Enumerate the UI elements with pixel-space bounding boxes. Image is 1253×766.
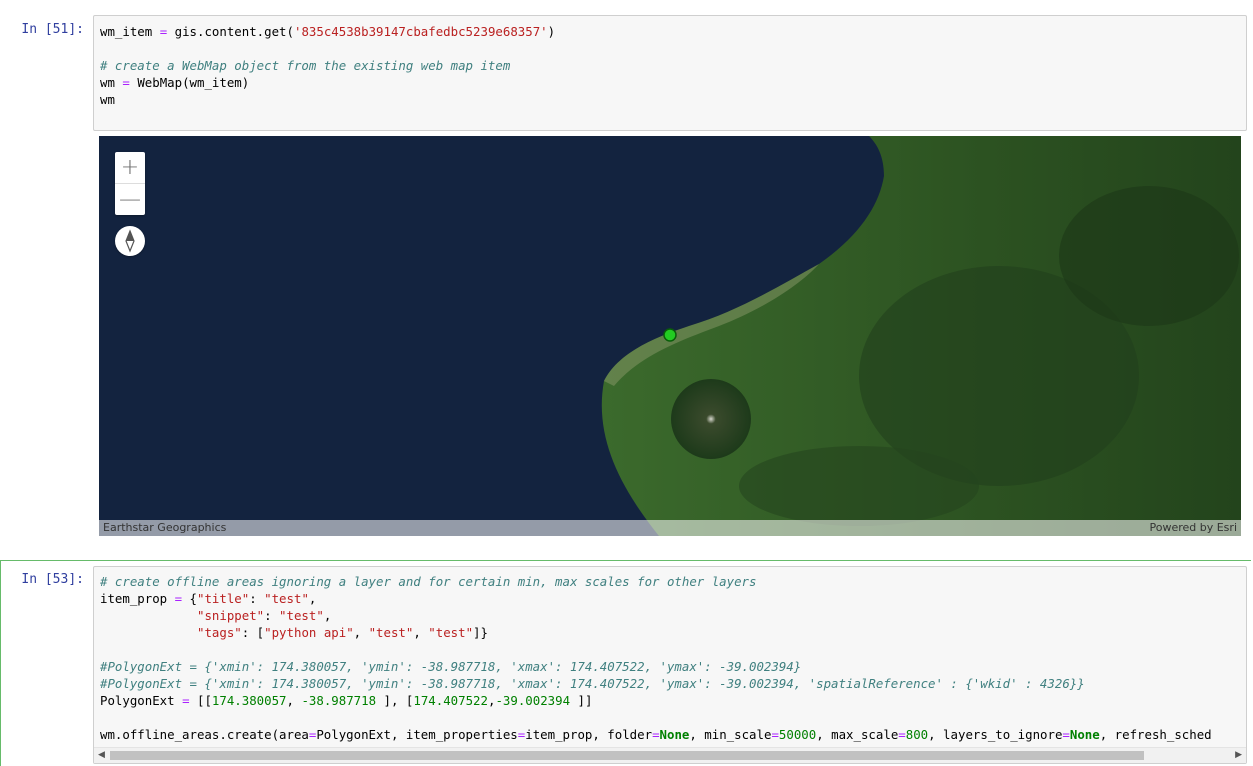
code-line[interactable]: # create a WebMap object from the existi… <box>94 57 1246 74</box>
code-token: "test" <box>428 625 474 640</box>
code-token: ]] <box>570 693 593 708</box>
code-token: : <box>264 608 280 623</box>
cell2-prompt: In [53]: <box>21 572 84 587</box>
code-token: #PolygonExt = {'xmin': 174.380057, 'ymin… <box>100 676 1085 691</box>
code-token: 174.407522 <box>413 693 488 708</box>
code-token: "snippet" <box>196 608 265 623</box>
code-token: None <box>1069 727 1100 742</box>
code-token: "python api" <box>264 625 354 640</box>
code-token: = <box>652 727 660 742</box>
code-token: item_prop, folder <box>525 727 653 742</box>
code-token: , min_scale <box>689 727 772 742</box>
code-token: ) <box>547 24 556 39</box>
code-line[interactable]: #PolygonExt = {'xmin': 174.380057, 'ymin… <box>94 658 1246 675</box>
code-token: wm <box>100 75 123 90</box>
code-token: = <box>174 591 183 606</box>
code-token: , refresh_sched <box>1099 727 1212 742</box>
code-line[interactable] <box>94 709 1246 726</box>
code-line[interactable]: "snippet": "test", <box>94 607 1246 624</box>
code-token: [[ <box>189 693 212 708</box>
code-token: = <box>898 727 906 742</box>
location-marker[interactable] <box>663 328 677 342</box>
code-token: 50000 <box>778 727 817 742</box>
code-line[interactable] <box>94 641 1246 658</box>
code-line[interactable]: item_prop = {"title": "test", <box>94 590 1246 607</box>
code-token: gis.content.get( <box>167 24 294 39</box>
code-token: wm.offline_areas.create(area <box>100 727 309 742</box>
code-token: , <box>308 591 317 606</box>
compass-icon <box>125 229 135 253</box>
code-token: : [ <box>241 625 265 640</box>
code-token: item_prop <box>100 591 175 606</box>
code-token: ], [ <box>376 693 414 708</box>
code-token: { <box>182 591 197 606</box>
scroll-right-icon[interactable]: ▶ <box>1235 750 1242 760</box>
code-token: , <box>353 625 369 640</box>
scroll-left-icon[interactable]: ◀ <box>98 750 105 760</box>
code-token: 174.380057 <box>211 693 287 708</box>
code-token: , <box>323 608 332 623</box>
code-line[interactable]: wm.offline_areas.create(area = PolygonExt,… <box>94 726 1246 743</box>
code-token: #PolygonExt = {'xmin': 174.380057, 'ymin… <box>100 659 802 674</box>
zoom-out-button[interactable]: — <box>115 184 145 215</box>
code-token: = <box>771 727 779 742</box>
code-token: wm_item <box>100 24 160 39</box>
code-token: , max_scale <box>816 727 899 742</box>
code-token: , layers_to_ignore <box>928 727 1063 742</box>
code-token: , <box>286 693 302 708</box>
code-line[interactable]: wm = WebMap(wm_item) <box>94 74 1246 91</box>
code-line[interactable]: #PolygonExt = {'xmin': 174.380057, 'ymin… <box>94 675 1246 692</box>
map-attribution: Earthstar Geographics Powered by Esri <box>99 520 1241 536</box>
code-line[interactable]: PolygonExt = [[174.380057, -38.987718 ],… <box>94 692 1246 709</box>
compass-button[interactable] <box>115 226 145 256</box>
code-token: # create offline areas ignoring a layer … <box>100 574 757 589</box>
code-token: wm <box>100 92 115 107</box>
code-token: None <box>659 727 690 742</box>
volcano-feature <box>671 379 751 459</box>
code-line[interactable]: wm_item = gis.content.get('835c4538b3914… <box>94 23 1246 40</box>
code-token: "test" <box>368 625 414 640</box>
code-token: = <box>122 75 130 90</box>
code-token: PolygonExt, item_properties <box>316 727 518 742</box>
zoom-control: + — <box>115 152 145 215</box>
cell2-code-editor[interactable]: # create offline areas ignoring a layer … <box>93 566 1247 764</box>
code-token: : <box>249 591 265 606</box>
code-line[interactable]: wm <box>94 91 1246 108</box>
zoom-in-button[interactable]: + <box>115 152 145 183</box>
code-token: WebMap(wm_item) <box>129 75 250 90</box>
code-token: '835c4538b39147cbafedbc5239e68357' <box>293 24 548 39</box>
code-token: "tags" <box>196 625 242 640</box>
code-line[interactable]: "tags": ["python api", "test", "test"]} <box>94 624 1246 641</box>
code-token: ]} <box>473 625 488 640</box>
attribution-source: Earthstar Geographics <box>103 521 227 534</box>
code-token: 800 <box>905 727 929 742</box>
code-line[interactable] <box>94 40 1246 57</box>
code-line[interactable]: # create offline areas ignoring a layer … <box>94 573 1246 590</box>
code-token: "test" <box>279 608 324 623</box>
attribution-powered-by[interactable]: Powered by Esri <box>1149 520 1237 536</box>
cell1-prompt: In [51]: <box>21 22 84 37</box>
code-token: "test" <box>264 591 309 606</box>
code-token: = <box>1062 727 1070 742</box>
code-token: # create a WebMap object from the existi… <box>100 58 511 73</box>
code-token: = <box>182 693 190 708</box>
scrollbar-thumb[interactable] <box>110 751 1144 760</box>
code-token: -38.987718 <box>301 693 377 708</box>
cell1-code-editor[interactable]: wm_item = gis.content.get('835c4538b3914… <box>93 15 1247 131</box>
code-token: -39.002394 <box>495 693 571 708</box>
code-token: , <box>413 625 429 640</box>
satellite-imagery <box>99 136 1241 536</box>
code-token: "title" <box>197 591 250 606</box>
horizontal-scrollbar[interactable]: ◀ ▶ <box>94 747 1246 763</box>
web-map[interactable]: + — Earthstar Geographics Powered by Esr… <box>99 136 1241 536</box>
code-token: PolygonExt <box>100 693 183 708</box>
